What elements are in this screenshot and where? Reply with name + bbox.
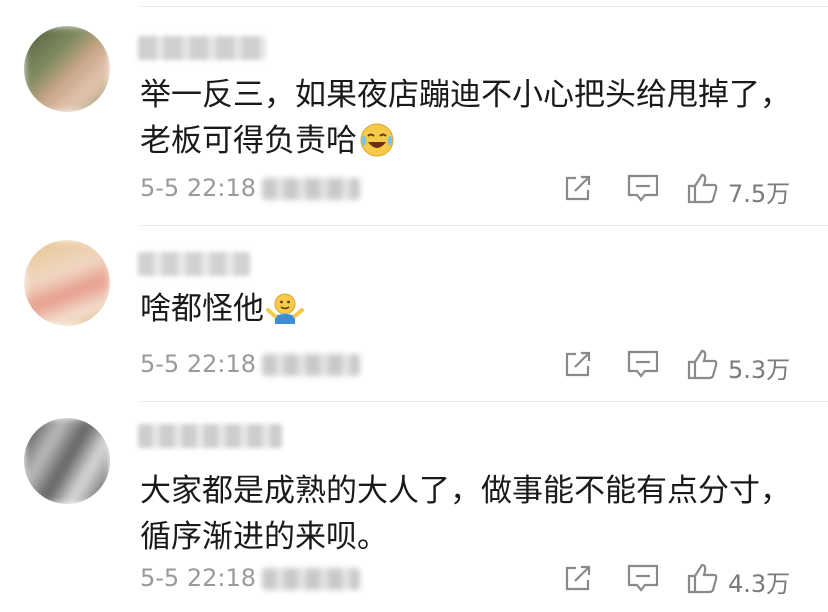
comment-meta: 5-5 22:18 5.3万	[140, 348, 802, 384]
comment-list: 举一反三，如果夜店蹦迪不小心把头给甩掉了， 老板可得负责哈 5-5 22:18 …	[0, 0, 828, 612]
shrug-emoji-icon	[266, 290, 304, 339]
share-icon	[565, 175, 591, 201]
thumbs-up-icon	[687, 173, 718, 204]
avatar[interactable]	[24, 418, 110, 504]
timestamp: 5-5 22:18	[140, 350, 256, 378]
comment-text: 举一反三，如果夜店蹦迪不小心把头给甩掉了， 老板可得负责哈	[140, 72, 791, 171]
like-count: 7.5万	[728, 180, 791, 208]
username-blurred[interactable]	[138, 36, 266, 60]
like-button[interactable]: 5.3万	[686, 348, 798, 384]
username-blurred[interactable]	[138, 252, 250, 276]
comment-text-line: 循序渐进的来呗。	[140, 519, 388, 555]
thumbs-up-icon	[687, 349, 718, 380]
like-count: 5.3万	[728, 356, 791, 384]
comment-icon	[627, 174, 659, 202]
comment-item: 大家都是成熟的大人了，做事能不能有点分寸， 循序渐进的来呗。 5-5 22:18…	[0, 402, 828, 612]
comment-meta: 5-5 22:18 4.3万	[140, 562, 802, 598]
timestamp: 5-5 22:18	[140, 564, 256, 592]
like-button[interactable]: 4.3万	[686, 562, 798, 598]
crying-laughing-emoji-icon	[359, 122, 395, 171]
timestamp: 5-5 22:18	[140, 174, 256, 202]
username-blurred[interactable]	[138, 424, 282, 448]
blurred-avatar-image	[24, 418, 110, 504]
like-count: 4.3万	[728, 570, 791, 598]
source-blurred	[262, 568, 360, 590]
comment-text-line: 举一反三，如果夜店蹦迪不小心把头给甩掉了，	[140, 77, 791, 113]
comment-text-segment: 啥都怪他	[140, 291, 264, 327]
avatar[interactable]	[24, 26, 110, 112]
avatar[interactable]	[24, 240, 110, 326]
source-blurred	[262, 178, 360, 200]
like-button[interactable]: 7.5万	[686, 172, 798, 208]
comment-text-line: 老板可得负责哈	[140, 118, 791, 171]
share-button[interactable]	[562, 562, 594, 596]
thumbs-up-icon	[687, 563, 718, 594]
comment-item: 啥都怪他 5-5 22:18 5.3万	[0, 226, 828, 402]
share-icon	[565, 351, 591, 377]
comment-actions: 4.3万	[562, 562, 802, 598]
blurred-avatar-image	[24, 26, 110, 112]
blurred-avatar-image	[24, 240, 110, 326]
comment-icon	[627, 350, 659, 378]
comment-actions: 7.5万	[562, 172, 802, 208]
comment-text: 大家都是成熟的大人了，做事能不能有点分寸， 循序渐进的来呗。	[140, 468, 791, 560]
share-icon	[565, 565, 591, 591]
comment-text-segment: 老板可得负责哈	[140, 123, 357, 159]
source-blurred	[262, 354, 360, 376]
comment-actions: 5.3万	[562, 348, 802, 384]
top-divider	[140, 6, 828, 7]
comment-text: 啥都怪他	[140, 286, 304, 339]
comment-text-line: 啥都怪他	[140, 286, 304, 339]
share-button[interactable]	[562, 172, 594, 206]
comment-text-line: 大家都是成熟的大人了，做事能不能有点分寸，	[140, 473, 791, 509]
share-button[interactable]	[562, 348, 594, 382]
comment-icon	[627, 564, 659, 592]
reply-button[interactable]	[626, 348, 660, 382]
comment-item: 举一反三，如果夜店蹦迪不小心把头给甩掉了， 老板可得负责哈 5-5 22:18 …	[0, 14, 828, 226]
comment-meta: 5-5 22:18 7.5万	[140, 172, 802, 208]
reply-button[interactable]	[626, 172, 660, 206]
reply-button[interactable]	[626, 562, 660, 596]
